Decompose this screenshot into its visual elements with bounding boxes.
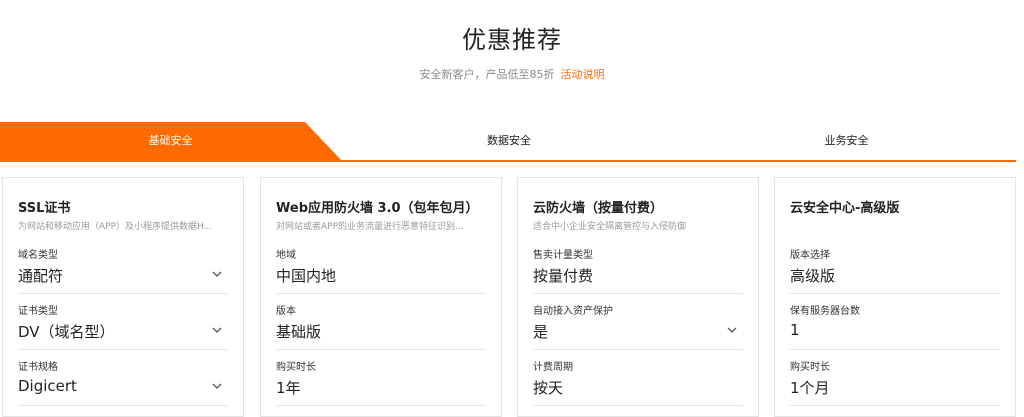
tab-business-security[interactable]: 业务安全 <box>677 122 1016 160</box>
card-title: 云安全中心-高级版 <box>790 201 900 216</box>
duration-field: 1个月 <box>790 375 1000 406</box>
field-value: 1个月 <box>790 379 830 397</box>
card-description: 对网站或者APP的业务流量进行恶意特征识别... <box>276 222 464 232</box>
card-title: 云防火墙（按量付费） <box>533 201 664 216</box>
billing-cycle-field: 按天 <box>533 375 743 406</box>
field-value: 1年 <box>276 379 301 397</box>
field-value: 是 <box>533 323 549 341</box>
hero-title: 优惠推荐 <box>462 26 562 54</box>
promo-link[interactable]: 活动说明 <box>561 68 605 81</box>
hero-subtitle: 安全新客户，产品低至85折 <box>419 68 555 81</box>
field-label-region: 地域 <box>276 250 296 261</box>
product-card-ssl[interactable]: SSL证书 为网站和移动应用（APP）及小程序提供数据H... 域名类型 通配符… <box>2 177 244 417</box>
hero-subtitle-row: 安全新客户，产品低至85折 活动说明 <box>0 66 1024 82</box>
field-value: 1 <box>790 321 800 339</box>
field-value: 按量付费 <box>533 267 594 285</box>
field-label-billing-cycle: 计费周期 <box>533 362 573 373</box>
card-title: SSL证书 <box>18 201 71 216</box>
billing-type-field: 按量付费 <box>533 263 743 294</box>
field-label-billing-type: 售卖计量类型 <box>533 250 593 261</box>
field-label-cert-type: 证书类型 <box>18 306 58 317</box>
chevron-down-icon <box>212 327 222 333</box>
region-field: 中国内地 <box>276 263 486 294</box>
field-label-duration: 购买时长 <box>790 362 830 373</box>
edition-field: 基础版 <box>276 319 486 350</box>
field-value: 按天 <box>533 379 564 397</box>
domain-type-select[interactable]: 通配符 <box>18 263 228 294</box>
field-label-duration: 购买时长 <box>276 362 316 373</box>
chevron-down-icon <box>727 327 737 333</box>
duration-field: 1年 <box>276 375 486 406</box>
product-card-security-center[interactable]: 云安全中心-高级版 版本选择 高级版 保有服务器台数 1 购买时长 1个月 <box>774 177 1016 417</box>
field-value: 通配符 <box>18 267 64 285</box>
tab-basic-security[interactable]: 基础安全 <box>0 122 341 160</box>
cert-spec-select[interactable]: Digicert <box>18 375 228 406</box>
product-card-cloud-firewall[interactable]: 云防火墙（按量付费） 适合中小企业安全隔离管控与入侵防御 售卖计量类型 按量付费… <box>517 177 759 417</box>
field-label-server-count: 保有服务器台数 <box>790 306 860 317</box>
field-label-auto-protect: 自动接入资产保护 <box>533 306 613 317</box>
field-value: 基础版 <box>276 323 322 341</box>
tab-data-security[interactable]: 数据安全 <box>341 122 677 160</box>
chevron-down-icon <box>212 383 222 389</box>
product-card-waf[interactable]: Web应用防火墙 3.0（包年包月） 对网站或者APP的业务流量进行恶意特征识别… <box>260 177 502 417</box>
auto-protect-select[interactable]: 是 <box>533 319 743 350</box>
field-label-cert-spec: 证书规格 <box>18 362 58 373</box>
card-description: 为网站和移动应用（APP）及小程序提供数据H... <box>18 222 213 232</box>
chevron-down-icon <box>212 271 222 277</box>
card-title: Web应用防火墙 3.0（包年包月） <box>276 201 479 216</box>
field-value: Digicert <box>18 377 77 395</box>
server-count-field: 1 <box>790 319 1000 350</box>
card-description: 适合中小企业安全隔离管控与入侵防御 <box>533 222 687 232</box>
field-value: 中国内地 <box>276 267 337 285</box>
field-value: DV（域名型） <box>18 323 115 341</box>
version-field: 高级版 <box>790 263 1000 294</box>
product-tabs: 基础安全 数据安全 业务安全 <box>0 122 1016 162</box>
field-value: 高级版 <box>790 267 836 285</box>
field-label-domain-type: 域名类型 <box>18 250 58 261</box>
field-label-edition: 版本 <box>276 306 296 317</box>
cert-type-select[interactable]: DV（域名型） <box>18 319 228 350</box>
field-label-version: 版本选择 <box>790 250 830 261</box>
